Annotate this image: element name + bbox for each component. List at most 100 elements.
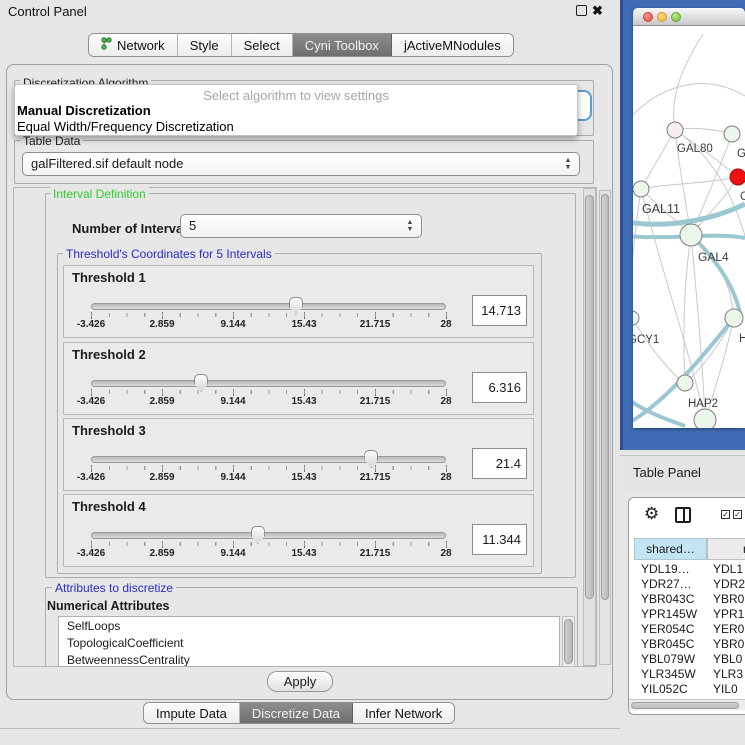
slider-minor-ticks <box>91 390 447 394</box>
table-data-combobox-value: galFiltered.sif default node <box>31 156 183 171</box>
table-data-combobox[interactable]: galFiltered.sif default node ▲▼ <box>22 152 580 176</box>
node-label: HAP2 <box>688 398 718 410</box>
table-data-title: Table Data <box>20 134 83 148</box>
close-icon[interactable]: ✖ <box>592 3 603 19</box>
combo-arrows-icon: ▲▼ <box>406 219 414 233</box>
table-horizontal-scrollbar[interactable] <box>629 699 745 710</box>
tab-cyni-toolbox[interactable]: Cyni Toolbox <box>293 34 392 56</box>
algorithm-option-equal-width[interactable]: Equal Width/Frequency Discretization <box>17 119 234 134</box>
float-window-icon[interactable] <box>576 5 587 16</box>
checkbox-icon[interactable]: ✓ <box>733 510 742 519</box>
list-item[interactable]: TopologicalCoefficient <box>59 634 559 651</box>
slider-minor-ticks <box>91 542 447 546</box>
threshold-3-slider-track[interactable] <box>91 456 446 463</box>
network-icon <box>101 37 112 53</box>
gear-icon[interactable]: ⚙ <box>644 504 659 524</box>
outer-vertical-scrollbar[interactable] <box>599 190 611 665</box>
column-header-shared-name[interactable]: shared… <box>634 538 707 560</box>
threshold-2-slider-track[interactable] <box>91 380 446 387</box>
attributes-group-title: Attributes to discretize <box>52 581 176 595</box>
algorithm-option-manual[interactable]: Manual Discretization <box>17 103 151 118</box>
column-header-name[interactable]: na <box>707 538 745 560</box>
attributes-listbox[interactable]: SelfLoops TopologicalCoefficient Between… <box>58 616 560 667</box>
tab-style[interactable]: Style <box>178 34 232 56</box>
numerical-attributes-label: Numerical Attributes <box>47 599 169 613</box>
threshold-1-slider-track[interactable] <box>91 303 446 310</box>
node[interactable] <box>725 309 743 327</box>
apply-button[interactable]: Apply <box>267 671 333 692</box>
inner-vertical-scrollbar-thumb[interactable] <box>585 195 594 599</box>
node-label: GCY1 <box>633 334 659 346</box>
table-row[interactable]: YBL079WYBL0 <box>629 652 745 667</box>
tab-impute-data[interactable]: Impute Data <box>144 703 240 723</box>
bottom-tab-bar: Impute Data Discretize Data Infer Networ… <box>143 702 455 724</box>
node-label: H <box>739 333 745 345</box>
node-gcy1[interactable] <box>633 311 639 325</box>
table-horizontal-scrollbar-thumb[interactable] <box>631 702 739 709</box>
network-canvas[interactable]: GAL80 GA C GAL11 GAL4 GCY1 H HAP2 <box>633 26 745 428</box>
interval-definition-title: Interval Definition <box>50 187 149 201</box>
table-row[interactable]: YDL19…YDL1 <box>629 562 745 577</box>
threshold-3-value-field[interactable]: 21.4 <box>472 448 527 479</box>
table-row[interactable]: YIL052CYIL0 <box>629 682 745 699</box>
outer-vertical-scrollbar-thumb[interactable] <box>601 194 609 600</box>
network-graph: GAL80 GA C GAL11 GAL4 GCY1 H HAP2 <box>633 26 745 428</box>
node-gal4[interactable] <box>680 224 702 246</box>
tab-network-label: Network <box>117 38 165 53</box>
tab-network[interactable]: Network <box>89 34 178 56</box>
algorithm-hint-option[interactable]: Select algorithm to view settings <box>15 88 577 103</box>
network-window-titlebar[interactable] <box>633 8 745 26</box>
table-row[interactable]: YPR145WYPR1 <box>629 607 745 622</box>
list-item[interactable]: BetweennessCentrality <box>59 651 559 667</box>
algorithm-dropdown-popup: Select algorithm to view settings Manual… <box>14 84 578 136</box>
table-row[interactable]: YBR043CYBR0 <box>629 592 745 607</box>
combo-arrows-icon: ▲▼ <box>564 157 572 171</box>
top-tab-bar: Network Style Select Cyni Toolbox jActiv… <box>88 33 514 57</box>
tab-jactivemnodules[interactable]: jActiveMNodules <box>392 34 513 56</box>
number-of-intervals-label: Number of Intervals <box>72 221 194 236</box>
close-traffic-icon[interactable] <box>643 12 653 22</box>
list-item[interactable]: SelfLoops <box>59 617 559 634</box>
table-row[interactable]: YBR045CYBR0 <box>629 637 745 652</box>
number-of-intervals-combobox[interactable]: 5 ▲▼ <box>180 214 422 238</box>
threshold-2-value-field[interactable]: 6.316 <box>472 372 527 403</box>
checkbox-icon[interactable]: ✓ <box>721 510 730 519</box>
table-row[interactable]: YER054CYER0 <box>629 622 745 637</box>
listbox-scrollbar-thumb[interactable] <box>564 619 573 664</box>
threshold-1-panel: Threshold 1 -3.426 2.859 9.144 15.43 21.… <box>63 265 534 338</box>
node-label: GAL4 <box>698 250 729 264</box>
threshold-4-value-field[interactable]: 11.344 <box>472 524 527 555</box>
bottom-divider <box>0 728 620 729</box>
table-row[interactable]: YDR27…YDR2 <box>629 577 745 592</box>
node[interactable] <box>694 409 716 428</box>
threshold-4-slider-track[interactable] <box>91 532 446 539</box>
threshold-4-panel: Threshold 4 -3.426 2.859 9.144 15.43 21.… <box>63 494 534 567</box>
network-window: GAL80 GA C GAL11 GAL4 GCY1 H HAP2 <box>633 8 745 428</box>
table-panel-header: Table Panel <box>620 455 745 491</box>
minimize-traffic-icon[interactable] <box>657 12 667 22</box>
screen: Control Panel ✖ Network Style Select Cyn… <box>0 0 745 745</box>
table-row[interactable]: YLR345WYLR3 <box>629 667 745 682</box>
node-label: GA <box>737 148 745 160</box>
thresholds-group-title: Threshold's Coordinates for 5 Intervals <box>63 247 275 261</box>
panel-title: Control Panel <box>8 4 87 19</box>
slider-minor-ticks <box>91 313 447 317</box>
inner-vertical-scrollbar[interactable] <box>583 188 596 666</box>
columns-icon[interactable] <box>675 507 691 523</box>
node[interactable] <box>724 126 740 142</box>
node-selected-red[interactable] <box>730 169 745 185</box>
node-label: GAL80 <box>677 143 713 155</box>
tab-discretize-data[interactable]: Discretize Data <box>240 703 353 723</box>
threshold-3-panel: Threshold 3 -3.426 2.859 9.144 15.43 21.… <box>63 418 534 491</box>
tab-select[interactable]: Select <box>232 34 293 56</box>
table-panel-title: Table Panel <box>633 465 701 480</box>
table-window: ⚙ ✓ ✓ shared… na YDL19…YDL1 YDR27…YDR2 Y… <box>628 497 745 715</box>
zoom-traffic-icon[interactable] <box>671 12 681 22</box>
node-label: GAL11 <box>642 202 680 216</box>
node-gal11[interactable] <box>633 181 649 197</box>
node-gal80[interactable] <box>667 122 683 138</box>
listbox-scrollbar[interactable] <box>562 616 575 667</box>
threshold-1-value-field[interactable]: 14.713 <box>472 295 527 326</box>
tab-infer-network[interactable]: Infer Network <box>353 703 454 723</box>
node-hap2[interactable] <box>677 375 693 391</box>
